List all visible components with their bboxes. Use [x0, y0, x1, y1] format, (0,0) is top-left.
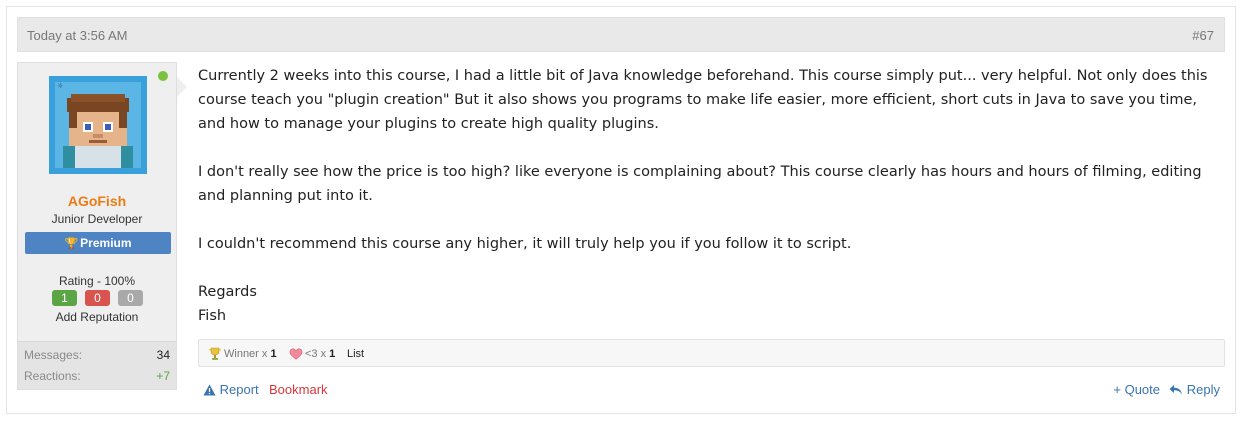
post-header: Today at 3:56 AM #67 — [17, 17, 1225, 52]
reply-label: Reply — [1186, 382, 1220, 397]
avatar[interactable]: ☼ — [49, 76, 147, 174]
post-date[interactable]: Today at 3:56 AM — [27, 28, 127, 43]
user-panel: ☼ AGoFish Junior Developer 🏆 Premium Rati… — [17, 62, 187, 390]
message-body: Currently 2 weeks into this course, I ha… — [198, 64, 1228, 328]
neutral-rep-count: 0 — [118, 290, 143, 306]
reaction-times: x — [261, 348, 268, 360]
add-reputation-link[interactable]: Add Reputation — [18, 310, 176, 324]
online-status-indicator — [158, 71, 168, 81]
negative-rep-count: 0 — [85, 290, 110, 306]
username[interactable]: AGoFish — [18, 193, 176, 209]
message-paragraph: Currently 2 weeks into this course, I ha… — [198, 68, 1208, 132]
post-actions: Report Bookmark + Quote Reply — [198, 381, 1225, 399]
message-paragraph: Regards — [198, 284, 257, 300]
reputation-counts: 1 0 0 — [52, 290, 144, 306]
reaction-times: x — [320, 348, 327, 360]
reaction-winner[interactable]: Winner x 1 — [208, 347, 277, 361]
reaction-label: Winner — [224, 348, 259, 360]
svg-text:☼: ☼ — [57, 82, 63, 90]
stat-label: Reactions: — [24, 369, 81, 383]
reply-button[interactable]: Reply — [1169, 381, 1220, 399]
user-title: Junior Developer — [51, 212, 143, 226]
heart-icon — [289, 348, 303, 360]
reactions-list-link[interactable]: List — [347, 347, 364, 361]
stat-label: Messages: — [24, 348, 83, 362]
message-paragraph: Fish — [198, 308, 227, 324]
stat-value[interactable]: 34 — [157, 348, 170, 362]
reactions-bar: Winner x 1 <3 x 1 List — [198, 339, 1225, 367]
post-number[interactable]: #67 — [1192, 28, 1214, 43]
reaction-count: 1 — [270, 348, 277, 360]
quote-button[interactable]: + Quote — [1113, 381, 1160, 399]
report-label: Report — [219, 382, 259, 397]
rating-label: Rating - 100% — [58, 274, 136, 288]
warning-icon — [203, 384, 216, 396]
reaction-heart[interactable]: <3 x 1 — [289, 347, 335, 361]
positive-rep-count: 1 — [52, 290, 77, 306]
message-paragraph: I couldn't recommend this course any hig… — [198, 236, 852, 252]
avatar-image: ☼ — [49, 76, 147, 174]
stat-value: +7 — [156, 369, 170, 383]
user-stats: Messages: 34 Reactions: +7 — [18, 341, 176, 389]
bookmark-button[interactable]: Bookmark — [269, 381, 328, 399]
premium-badge-label: Premium — [80, 236, 132, 250]
reaction-count: 1 — [329, 348, 336, 360]
message-paragraph: I don't really see how the price is too … — [198, 164, 1202, 204]
panel-arrow — [177, 77, 187, 97]
trophy-icon — [209, 347, 221, 361]
stat-reactions: Reactions: +7 — [24, 369, 170, 389]
trophy-icon: 🏆 — [64, 238, 79, 250]
reply-icon — [1169, 385, 1183, 395]
stat-messages: Messages: 34 — [24, 348, 170, 368]
reaction-label: <3 — [305, 348, 318, 360]
premium-badge: 🏆 Premium — [25, 232, 171, 254]
report-button[interactable]: Report — [203, 381, 259, 399]
